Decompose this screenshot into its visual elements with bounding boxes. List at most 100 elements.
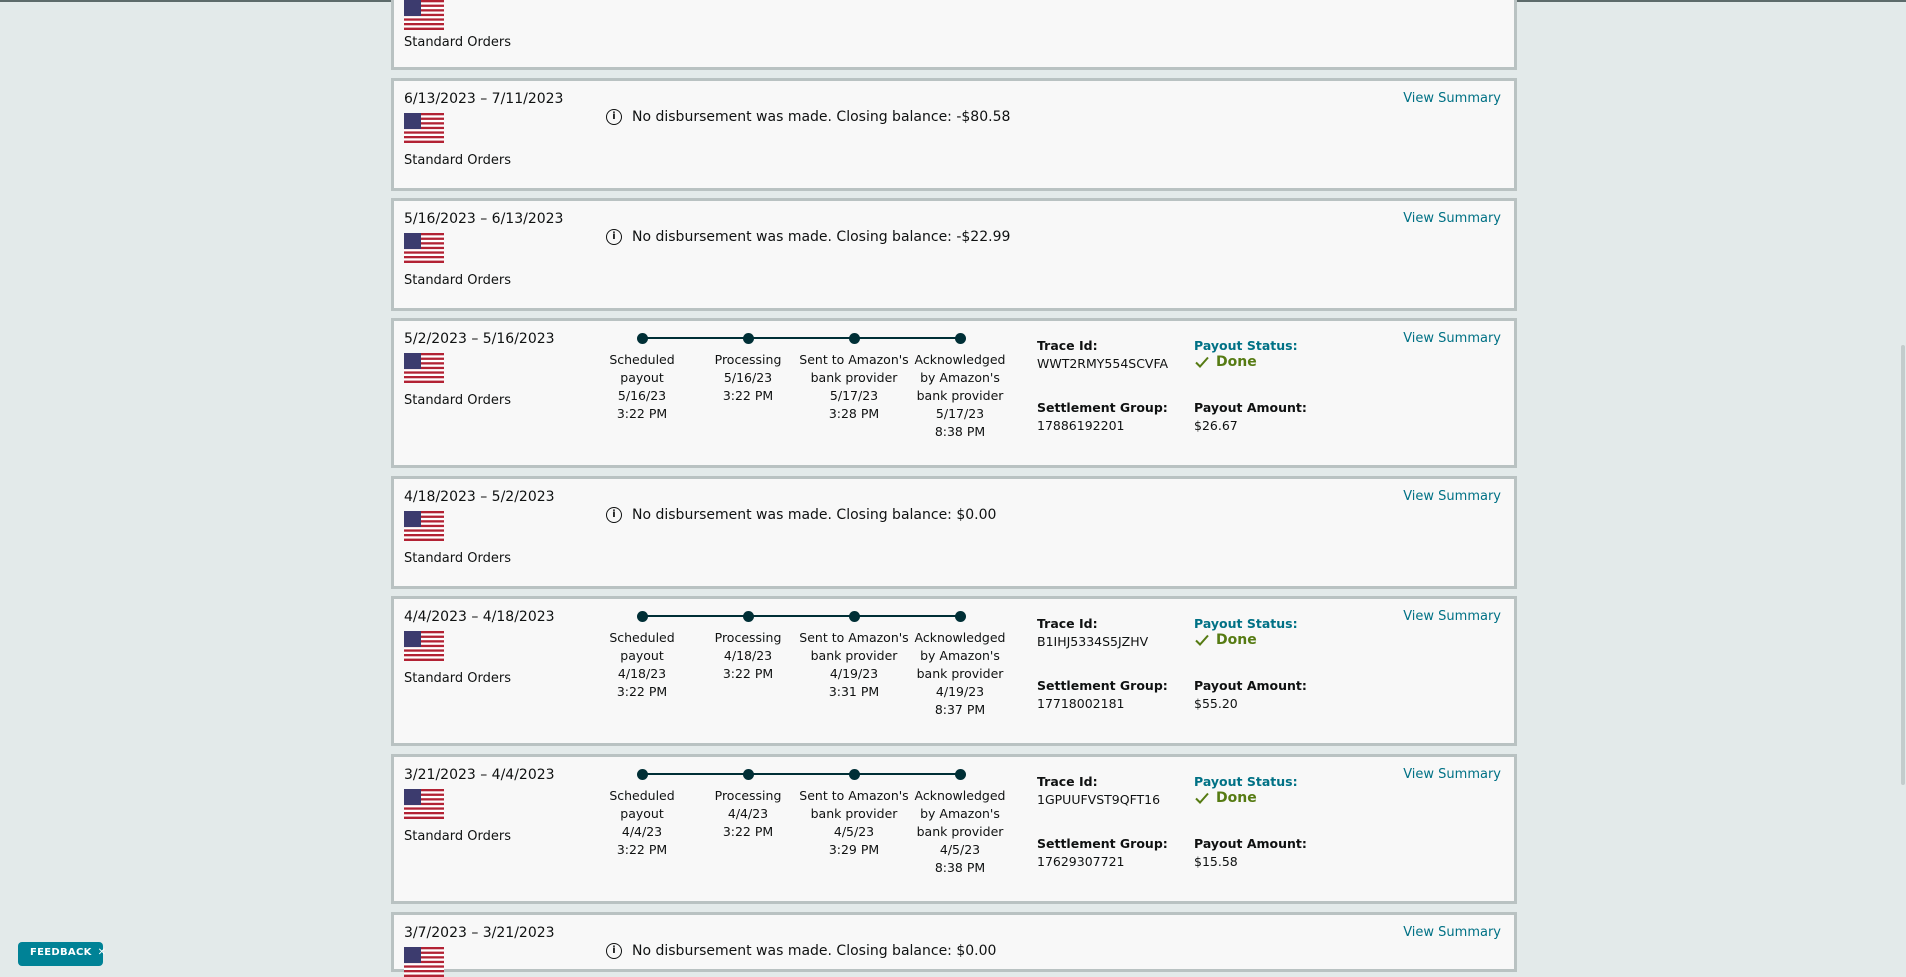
step-time: 3:22 PM — [722, 824, 774, 839]
info-icon: i — [606, 229, 622, 245]
trace-id-label: Trace Id: — [1037, 616, 1098, 631]
view-summary-link[interactable]: View Summary — [1403, 331, 1501, 346]
view-summary-link[interactable]: View Summary — [1403, 609, 1501, 624]
view-summary-link[interactable]: View Summary — [1403, 767, 1501, 782]
settlement-card: 6/13/2023 – 7/11/2023 Standard Orders i … — [391, 78, 1517, 191]
step-label: Sent to Amazon's bank provider — [799, 788, 909, 821]
settlement-card: 5/16/2023 – 6/13/2023 Standard Orders i … — [391, 198, 1517, 311]
marketplace-label: Standard Orders — [404, 671, 511, 686]
trace-id-value: 1GPUUFVST9QFT16 — [1037, 792, 1161, 807]
payout-status-label[interactable]: Payout Status: — [1194, 616, 1298, 631]
step-date: 4/18/23 — [617, 666, 667, 681]
check-icon — [1195, 356, 1209, 368]
payout-amount-value: $55.20 — [1194, 696, 1238, 711]
check-icon — [1195, 792, 1209, 804]
payout-timeline: Scheduled payout 4/18/23 3:22 PM Processin… — [590, 609, 1015, 729]
disbursement-message: i No disbursement was made. Closing bala… — [606, 943, 996, 959]
settlement-card: 3/7/2023 – 3/21/2023 i No disbursement w… — [391, 912, 1517, 977]
feedback-label: FEEDBACK — [30, 947, 92, 958]
timeline-dot — [637, 333, 648, 344]
feedback-button[interactable]: FEEDBACK ✕ — [18, 942, 106, 966]
timeline-step: Processing 5/16/23 3:22 PM — [693, 351, 803, 405]
step-time: 3:29 PM — [828, 842, 880, 857]
us-flag-icon — [404, 113, 444, 143]
timeline-dot — [955, 769, 966, 780]
disbursement-message: i No disbursement was made. Closing bala… — [606, 109, 1010, 125]
view-summary-link[interactable]: View Summary — [1403, 925, 1501, 940]
step-time: 3:22 PM — [616, 406, 668, 421]
settlement-card: 5/2/2023 – 5/16/2023 Standard Orders Sch… — [391, 318, 1517, 468]
view-summary-link[interactable]: View Summary — [1403, 91, 1501, 106]
step-date: 4/18/23 — [723, 648, 773, 663]
step-time: 3:22 PM — [616, 842, 668, 857]
payout-amount-label: Payout Amount: — [1194, 836, 1307, 851]
timeline-line — [642, 615, 960, 617]
marketplace-label: Standard Orders — [404, 35, 511, 50]
timeline-dot — [955, 333, 966, 344]
us-flag-icon — [404, 0, 444, 30]
settlement-group-label: Settlement Group: — [1037, 400, 1168, 415]
timeline-step: Sent to Amazon's bank provider 4/5/23 3:29… — [799, 787, 909, 859]
closing-balance-text: No disbursement was made. Closing balanc… — [632, 109, 1011, 125]
close-icon[interactable]: ✕ — [98, 947, 107, 958]
step-date: 5/16/23 — [723, 370, 773, 385]
us-flag-icon — [404, 947, 444, 977]
us-flag-icon — [404, 353, 444, 383]
step-date: 4/19/23 — [935, 684, 985, 699]
step-date: 4/4/23 — [621, 824, 663, 839]
payout-status-text: Done — [1216, 790, 1257, 806]
timeline-step: Scheduled payout 4/18/23 3:22 PM — [587, 629, 697, 701]
payout-status-value: Done — [1194, 790, 1257, 806]
timeline-line — [642, 337, 960, 339]
step-date: 5/17/23 — [829, 388, 879, 403]
step-date: 4/4/23 — [727, 806, 769, 821]
check-icon — [1195, 634, 1209, 646]
timeline-step: Processing 4/18/23 3:22 PM — [693, 629, 803, 683]
timeline-dot — [743, 769, 754, 780]
settlement-group-label: Settlement Group: — [1037, 678, 1168, 693]
settlement-period: 6/13/2023 – 7/11/2023 — [404, 91, 564, 107]
payout-status-value: Done — [1194, 354, 1257, 370]
view-summary-link[interactable]: View Summary — [1403, 489, 1501, 504]
timeline-dot — [849, 611, 860, 622]
timeline-step: Sent to Amazon's bank provider 5/17/23 3:2… — [799, 351, 909, 423]
step-date: 5/17/23 — [935, 406, 985, 421]
trace-id-value: B1IHJ5334S5JZHV — [1037, 634, 1149, 649]
marketplace-label: Standard Orders — [404, 273, 511, 288]
step-time: 3:31 PM — [828, 684, 880, 699]
settlement-group-label: Settlement Group: — [1037, 836, 1168, 851]
payout-amount-label: Payout Amount: — [1194, 400, 1307, 415]
step-label: Processing — [714, 788, 782, 803]
us-flag-icon — [404, 789, 444, 819]
view-summary-link[interactable]: View Summary — [1403, 211, 1501, 226]
step-date: 4/19/23 — [829, 666, 879, 681]
marketplace-label: Standard Orders — [404, 393, 511, 408]
settlement-period: 5/2/2023 – 5/16/2023 — [404, 331, 555, 347]
timeline-step: Scheduled payout 4/4/23 3:22 PM — [587, 787, 697, 859]
step-time: 3:22 PM — [722, 388, 774, 403]
step-label: Sent to Amazon's bank provider — [799, 352, 909, 385]
settlement-card: 4/18/2023 – 5/2/2023 Standard Orders i N… — [391, 476, 1517, 589]
closing-balance-text: No disbursement was made. Closing balanc… — [632, 943, 997, 959]
settlement-group-value: 17718002181 — [1037, 696, 1125, 711]
step-time: 8:37 PM — [934, 702, 986, 717]
timeline-step: Acknowledged by Amazon's bank provider 4/… — [905, 629, 1015, 719]
timeline-step: Processing 4/4/23 3:22 PM — [693, 787, 803, 841]
info-icon: i — [606, 109, 622, 125]
payout-status-label[interactable]: Payout Status: — [1194, 774, 1298, 789]
scrollbar-thumb[interactable] — [1901, 345, 1905, 785]
step-label: Processing — [714, 630, 782, 645]
step-label: Acknowledged by Amazon's bank provider — [914, 788, 1006, 839]
settlement-period: 4/18/2023 – 5/2/2023 — [404, 489, 555, 505]
payout-status-label[interactable]: Payout Status: — [1194, 338, 1298, 353]
marketplace-label: Standard Orders — [404, 153, 511, 168]
timeline-dot — [955, 611, 966, 622]
timeline-step: Scheduled payout 5/16/23 3:22 PM — [587, 351, 697, 423]
step-label: Acknowledged by Amazon's bank provider — [914, 630, 1006, 681]
marketplace-label: Standard Orders — [404, 829, 511, 844]
step-time: 3:22 PM — [616, 684, 668, 699]
timeline-dot — [849, 769, 860, 780]
settlement-card: 4/4/2023 – 4/18/2023 Standard Orders Sch… — [391, 596, 1517, 746]
settlement-period: 5/16/2023 – 6/13/2023 — [404, 211, 564, 227]
timeline-dot — [849, 333, 860, 344]
